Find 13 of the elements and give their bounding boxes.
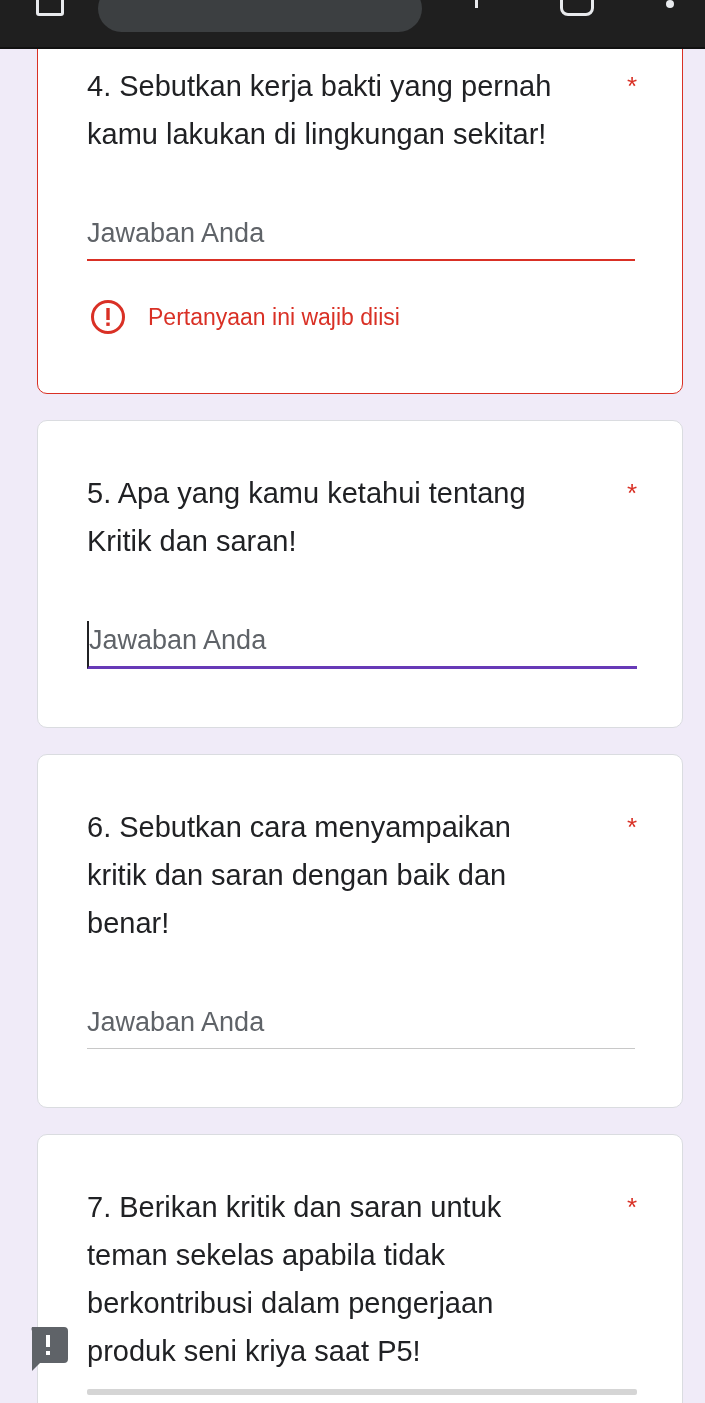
required-mark: * bbox=[626, 811, 637, 844]
required-mark: * bbox=[626, 70, 637, 103]
required-mark: * bbox=[626, 1191, 637, 1224]
menu-icon[interactable] bbox=[666, 0, 674, 8]
required-mark: * bbox=[626, 477, 637, 510]
answer-field[interactable]: Jawaban Anda bbox=[87, 214, 635, 261]
question-text: 4. Sebutkan kerja bakti yang pernah kamu lakukan di lingkungan sekitar! bbox=[87, 69, 553, 152]
error-message: Pertanyaan ini wajib diisi bbox=[148, 303, 400, 331]
answer-field[interactable]: Jawaban Anda bbox=[87, 621, 637, 669]
question-text: 6. Sebutkan cara menyampaikan kritik dan saran dengan baik dan benar! bbox=[87, 810, 512, 941]
question-text: 7. Berikan kritik dan saran untuk teman sekelas apabila tidak berkontribusi dalam pengerjaan produk seni kriya saat P5! bbox=[87, 1190, 503, 1369]
error-icon bbox=[90, 299, 126, 335]
question-text: 5. Apa yang kamu ketahui tentang Kritik dan saran! bbox=[87, 476, 527, 559]
